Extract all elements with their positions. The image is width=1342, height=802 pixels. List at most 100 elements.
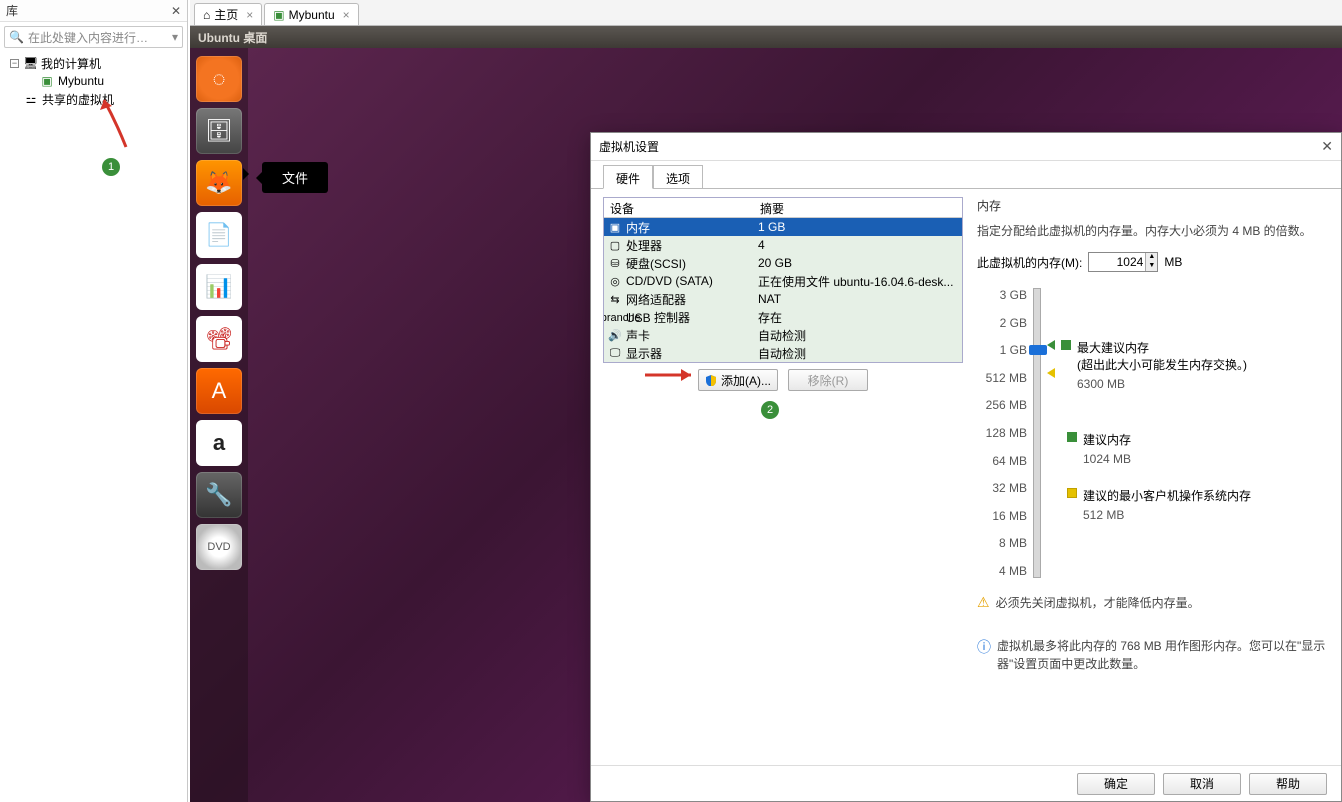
files-icon[interactable]: 🗄 [196, 108, 242, 154]
slider-tick-label: 8 MB [977, 536, 1027, 550]
launcher-tooltip: 文件 [262, 162, 328, 193]
slider-tick-label: 64 MB [977, 454, 1027, 468]
amazon-icon[interactable]: a [196, 420, 242, 466]
library-close-icon[interactable]: ✕ [171, 4, 181, 18]
dialog-titlebar: 虚拟机设置 ✕ [591, 133, 1341, 161]
triangle-marker-icon [1047, 340, 1055, 350]
tree-item-shared[interactable]: ⚍ 共享的虚拟机 [6, 90, 187, 108]
dialog-footer: 确定 取消 帮助 [591, 765, 1341, 801]
tab-mybuntu[interactable]: ▣ Mybuntu × [264, 3, 358, 25]
memory-slider-track[interactable] [1033, 288, 1041, 578]
library-title: 库 [6, 2, 18, 19]
close-icon[interactable]: × [246, 8, 253, 22]
hardware-row[interactable]: ⛁硬盘(SCSI)20 GB [604, 254, 962, 272]
memory-warning: ⚠ 必须先关闭虚拟机，才能降低内存量。 [977, 594, 1329, 611]
library-header: 库 ✕ [0, 0, 187, 22]
sound-icon: 🔊 [608, 328, 622, 342]
hardware-row[interactable]: ⇆网络适配器NAT [604, 290, 962, 308]
display-icon: 🖵 [608, 346, 622, 360]
tree-root-my-computer[interactable]: − 🖥 我的计算机 [6, 54, 187, 72]
usb-icon: �branche [608, 310, 622, 324]
ok-button[interactable]: 确定 [1077, 773, 1155, 795]
max-recommended-note: (超出此大小可能发生内存交换。) [1077, 357, 1247, 374]
hardware-row[interactable]: �brancheUSB 控制器存在 [604, 308, 962, 326]
vm-tree: − 🖥 我的计算机 ▣ Mybuntu ⚍ 共享的虚拟机 [0, 54, 187, 108]
tab-home[interactable]: ⌂ 主页 × [194, 3, 262, 25]
ubuntu-desktop: ◌ 🗄 🦊 📄 📊 📽 A a 🔧 DVD 文件 虚拟机设置 ✕ 硬件 选项 [190, 48, 1342, 802]
impress-icon[interactable]: 📽 [196, 316, 242, 362]
collapse-icon[interactable]: − [10, 59, 19, 68]
dvd-icon[interactable]: DVD [196, 524, 242, 570]
slider-tick-label: 128 MB [977, 426, 1027, 440]
memory-desc: 指定分配给此虚拟机的内存量。内存大小必须为 4 MB 的倍数。 [977, 222, 1329, 240]
dialog-title: 虚拟机设置 [599, 138, 659, 155]
spin-down-icon[interactable]: ▼ [1145, 262, 1157, 271]
hardware-row[interactable]: ▣内存1 GB [604, 218, 962, 236]
recommended-label: 建议内存 [1083, 432, 1131, 449]
cancel-button[interactable]: 取消 [1163, 773, 1241, 795]
dialog-tabs: 硬件 选项 [591, 165, 1341, 189]
annotation-arrow-2 [643, 365, 703, 385]
mem-icon: ▣ [608, 220, 622, 234]
col-device: 设备 [604, 198, 754, 217]
warning-icon: ⚠ [977, 594, 990, 611]
slider-tick-label: 3 GB [977, 288, 1027, 302]
writer-icon[interactable]: 📄 [196, 212, 242, 258]
memory-slider-thumb[interactable] [1029, 345, 1047, 355]
hardware-row[interactable]: ▢处理器4 [604, 236, 962, 254]
calc-icon[interactable]: 📊 [196, 264, 242, 310]
slider-tick-label: 16 MB [977, 509, 1027, 523]
unity-launcher: ◌ 🗄 🦊 📄 📊 📽 A a 🔧 DVD [190, 48, 248, 802]
slider-tick-label: 512 MB [977, 371, 1027, 385]
max-recommended-label: 最大建议内存 [1077, 340, 1247, 357]
computer-icon: 🖥 [23, 56, 37, 70]
max-recommended-value: 6300 MB [1077, 376, 1247, 393]
home-icon: ⌂ [203, 8, 210, 22]
slider-tick-label: 2 GB [977, 316, 1027, 330]
add-hardware-button[interactable]: 添加(A)... [698, 369, 778, 391]
slider-tick-label: 32 MB [977, 481, 1027, 495]
library-search[interactable]: 🔍 在此处键入内容进行… ▾ [4, 26, 183, 48]
dialog-close-icon[interactable]: ✕ [1321, 138, 1333, 155]
tab-options[interactable]: 选项 [653, 165, 703, 189]
vm-icon: ▣ [40, 74, 54, 88]
memory-info: ⓘ 虚拟机最多将此内存的 768 MB 用作图形内存。您可以在"显示器"设置页面… [977, 637, 1329, 673]
tree-item-mybuntu[interactable]: ▣ Mybuntu [6, 72, 187, 90]
hardware-row[interactable]: ◎CD/DVD (SATA)正在使用文件 ubuntu-16.04.6-desk… [604, 272, 962, 290]
memory-slider-marks: 最大建议内存 (超出此大小可能发生内存交换。) 6300 MB [1047, 288, 1329, 578]
memory-heading: 内存 [977, 197, 1329, 214]
close-icon[interactable]: × [343, 8, 350, 22]
firefox-icon[interactable]: 🦊 [196, 160, 242, 206]
shield-icon [705, 374, 717, 386]
info-icon: ⓘ [977, 637, 991, 658]
settings-icon[interactable]: 🔧 [196, 472, 242, 518]
hardware-table-header: 设备 摘要 [604, 198, 962, 218]
annotation-badge-1: 1 [102, 158, 120, 176]
slider-tick-label: 1 GB [977, 343, 1027, 357]
dropdown-icon[interactable]: ▾ [172, 30, 178, 44]
memory-spinner[interactable]: ▲▼ [1088, 252, 1158, 272]
library-panel: 库 ✕ 🔍 在此处键入内容进行… ▾ − 🖥 我的计算机 ▣ Mybuntu ⚍… [0, 0, 188, 802]
tab-bar: ⌂ 主页 × ▣ Mybuntu × [190, 0, 1342, 26]
content-area: ⌂ 主页 × ▣ Mybuntu × Ubuntu 桌面 ◌ 🗄 🦊 📄 📊 📽… [190, 0, 1342, 802]
spin-up-icon[interactable]: ▲ [1145, 253, 1157, 262]
shared-icon: ⚍ [24, 92, 38, 106]
vm-icon: ▣ [273, 8, 284, 22]
help-button[interactable]: 帮助 [1249, 773, 1327, 795]
hardware-row[interactable]: 🖵显示器自动检测 [604, 344, 962, 362]
memory-unit: MB [1164, 255, 1182, 269]
min-recommended-label: 建议的最小客户机操作系统内存 [1083, 488, 1251, 505]
memory-slider-ticks: 3 GB2 GB1 GB512 MB256 MB128 MB64 MB32 MB… [977, 288, 1027, 578]
dash-icon[interactable]: ◌ [196, 56, 242, 102]
triangle-marker-icon [1047, 368, 1055, 378]
hardware-row[interactable]: 🔊声卡自动检测 [604, 326, 962, 344]
software-icon[interactable]: A [196, 368, 242, 414]
square-marker-icon [1067, 488, 1077, 498]
memory-field-label: 此虚拟机的内存(M): [977, 254, 1082, 271]
annotation-badge-2: 2 [761, 401, 779, 419]
square-marker-icon [1067, 432, 1077, 442]
remove-hardware-button[interactable]: 移除(R) [788, 369, 868, 391]
tab-hardware[interactable]: 硬件 [603, 165, 653, 189]
active-indicator-icon [243, 168, 249, 180]
col-summary: 摘要 [754, 198, 790, 217]
